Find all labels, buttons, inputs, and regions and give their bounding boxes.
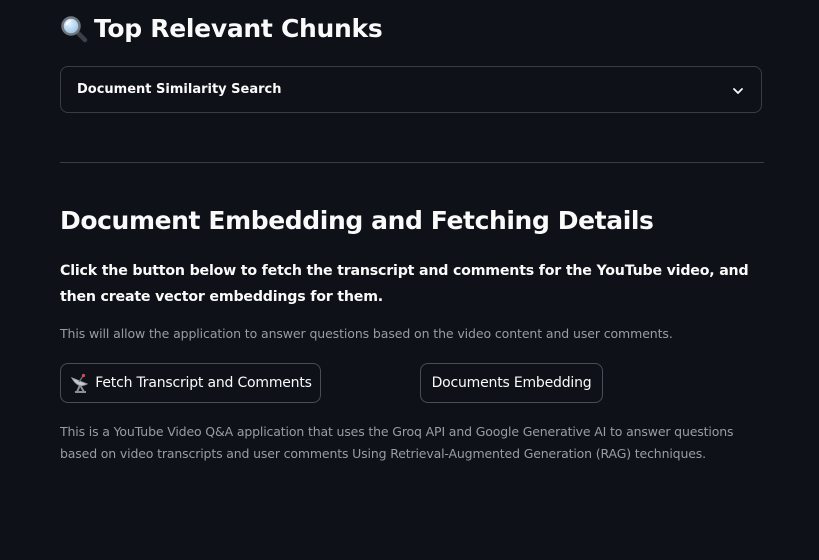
magnifying-glass-icon — [60, 15, 88, 43]
app-main: Top Relevant Chunks Document Similarity … — [0, 0, 819, 560]
section-title: Top Relevant Chunks — [60, 14, 383, 43]
satellite-antenna-icon — [69, 372, 91, 394]
section-title-text: Top Relevant Chunks — [94, 14, 383, 43]
embedding-heading: Document Embedding and Fetching Details — [60, 206, 654, 235]
fetch-button-label: Fetch Transcript and Comments — [95, 375, 312, 391]
chevron-down-icon — [731, 83, 745, 97]
embedding-caption: This will allow the application to answe… — [60, 326, 673, 341]
document-similarity-expander[interactable]: Document Similarity Search — [60, 66, 762, 113]
fetch-transcript-button[interactable]: Fetch Transcript and Comments — [60, 363, 321, 403]
expander-label: Document Similarity Search — [77, 82, 282, 97]
divider — [60, 162, 764, 163]
embed-button-label: Documents Embedding — [431, 375, 592, 391]
documents-embedding-button[interactable]: Documents Embedding — [420, 363, 603, 403]
app-description: This is a YouTube Video Q&A application … — [60, 424, 734, 461]
embedding-instruction: Click the button below to fetch the tran… — [60, 263, 749, 305]
